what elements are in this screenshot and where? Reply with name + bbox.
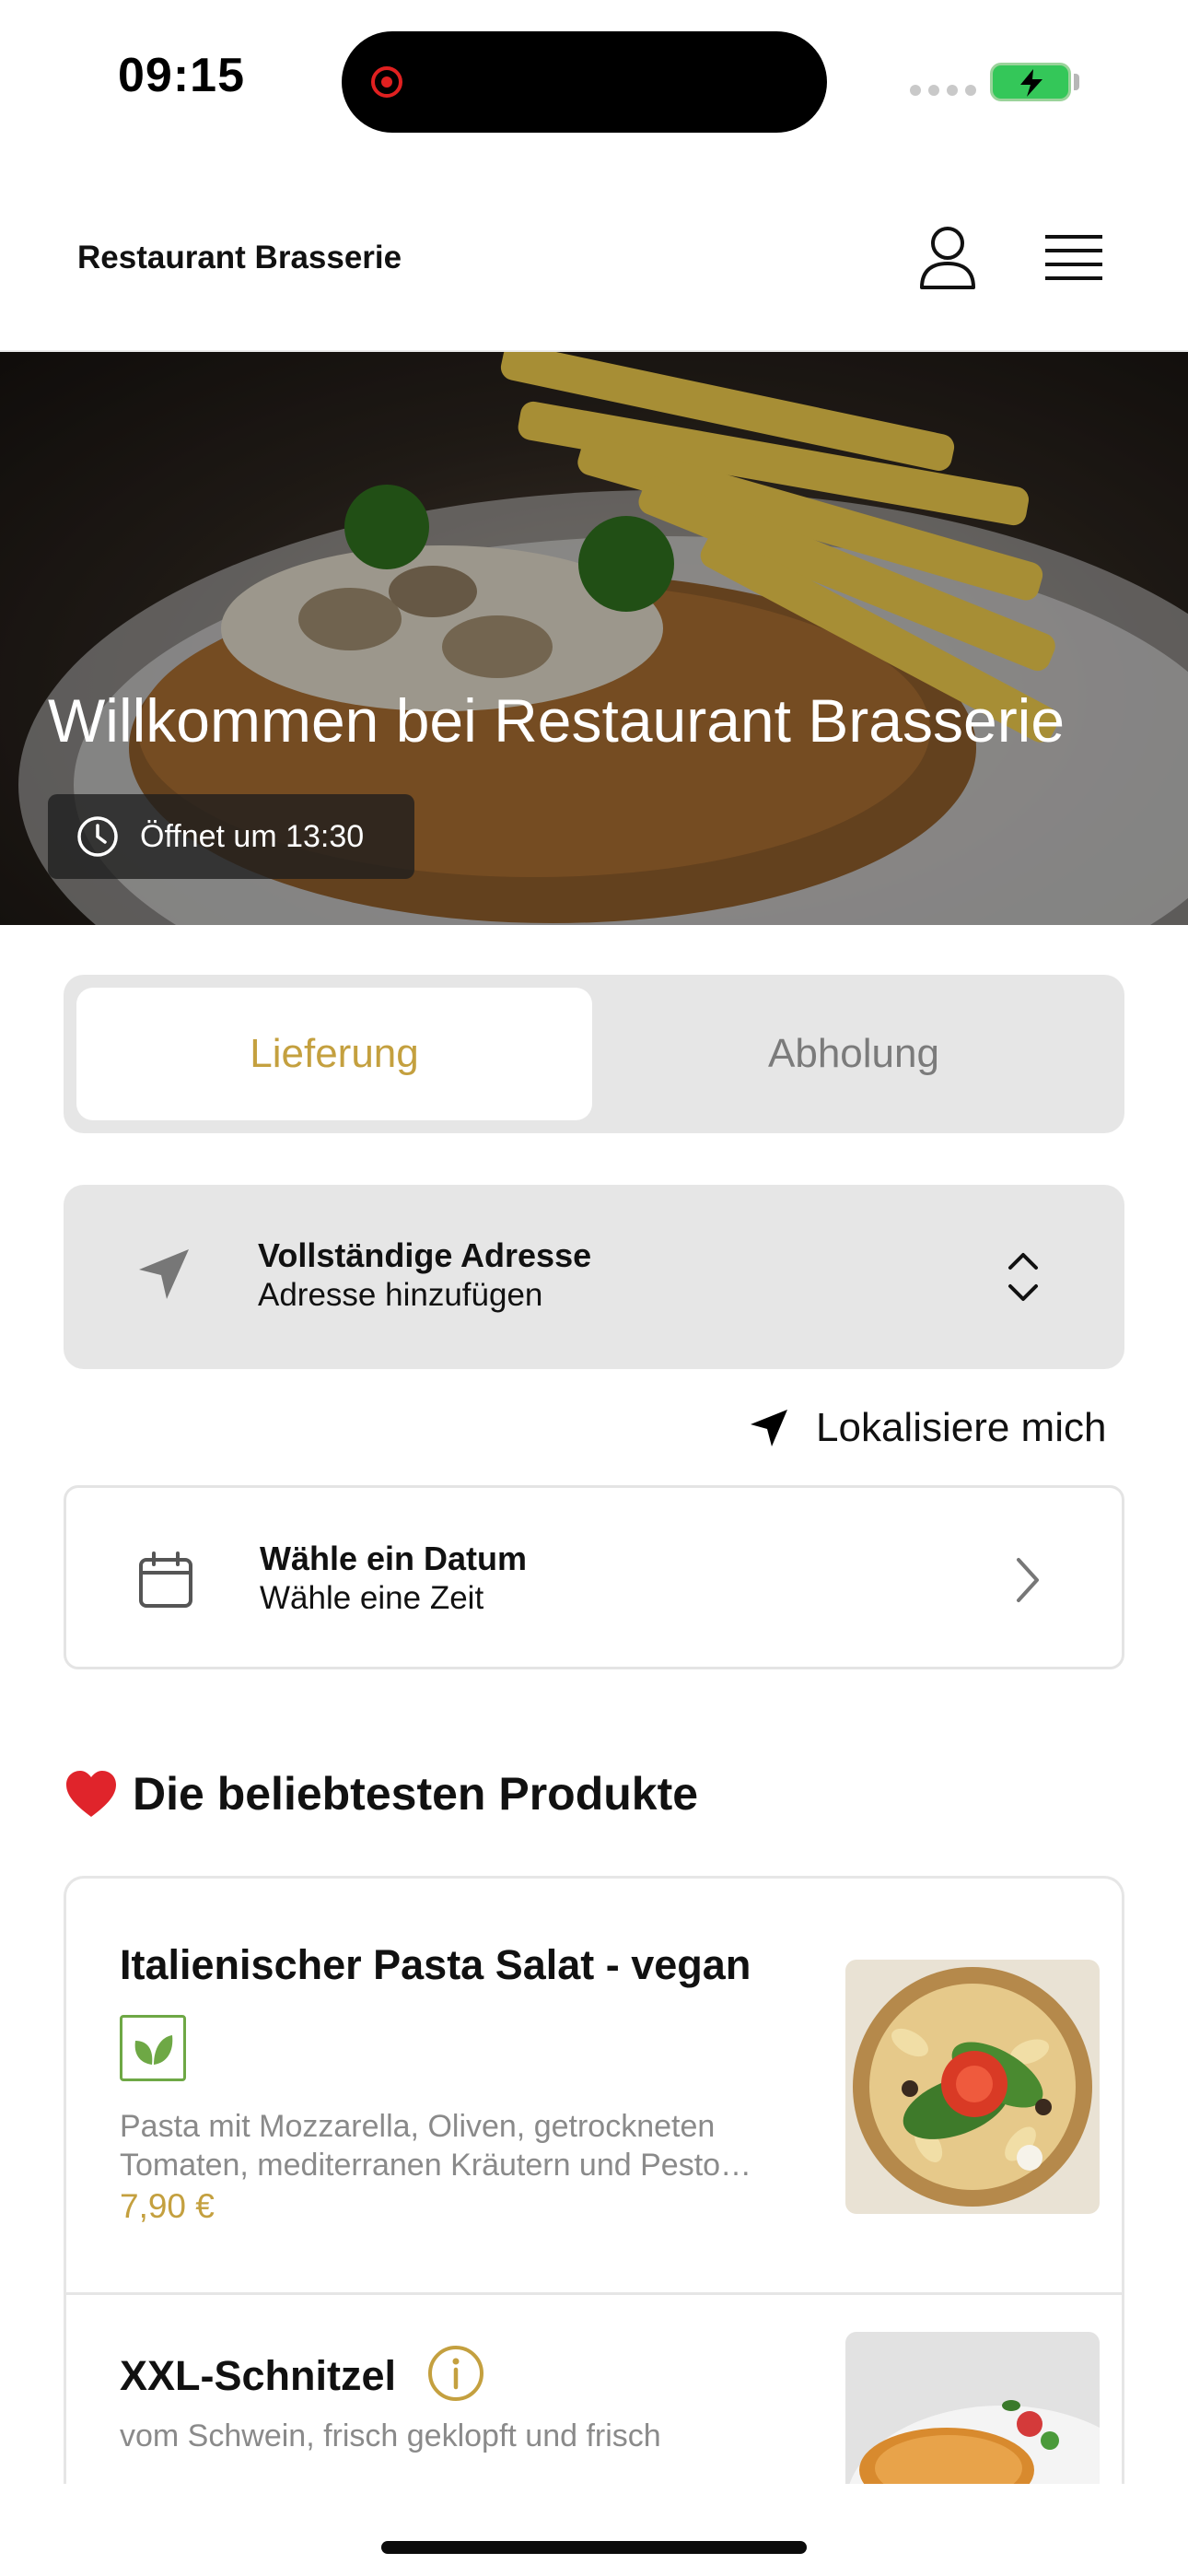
- dynamic-island: [342, 31, 827, 133]
- date-time-selector[interactable]: Wähle ein Datum Wähle eine Zeit: [64, 1485, 1124, 1669]
- tab-pickup[interactable]: Abholung: [596, 988, 1112, 1120]
- heart-icon: [66, 1771, 116, 1817]
- clock-icon: [77, 816, 118, 857]
- signal-icon: [910, 85, 976, 96]
- chevron-right-icon: [1017, 1558, 1039, 1602]
- product-price: 7,90 €: [120, 2187, 215, 2225]
- recording-indicator-icon: [371, 66, 402, 98]
- navigation-arrow-icon: [139, 1249, 189, 1299]
- address-subtitle: Adresse hinzufügen: [258, 1277, 543, 1313]
- address-title: Vollständige Adresse: [258, 1236, 592, 1274]
- product-card[interactable]: XXL-Schnitzel vom Schwein, frisch geklop…: [66, 2295, 1122, 2484]
- hamburger-menu-icon[interactable]: [1043, 232, 1104, 284]
- tab-delivery[interactable]: Lieferung: [76, 988, 592, 1120]
- info-icon[interactable]: [427, 2345, 484, 2402]
- opening-time-text: Öffnet um 13:30: [140, 818, 365, 854]
- date-title: Wähle ein Datum: [260, 1540, 528, 1577]
- status-bar: 09:15: [0, 0, 1188, 157]
- product-card[interactable]: Italienischer Pasta Salat - vegan Pasta …: [66, 1879, 1122, 2295]
- locate-me-label: Lokalisiere mich: [816, 1405, 1107, 1450]
- hero-title: Willkommen bei Restaurant Brasserie: [48, 686, 1066, 755]
- app-header: Restaurant Brasserie: [0, 157, 1188, 352]
- hero-banner: Willkommen bei Restaurant Brasserie Öffn…: [0, 352, 1188, 925]
- popular-heading-text: Die beliebtesten Produkte: [133, 1768, 699, 1820]
- location-arrow-icon: [751, 1410, 787, 1446]
- leaf-icon: [120, 2015, 186, 2081]
- chevron-up-down-icon: [1008, 1253, 1038, 1301]
- product-description: vom Schwein, frisch geklopft und frisch: [120, 2418, 661, 2453]
- battery-charging-icon: [990, 63, 1071, 101]
- pasta-salad-image: [845, 1960, 1100, 2214]
- calendar-icon: [139, 1551, 192, 1608]
- battery-cap: [1074, 74, 1079, 90]
- home-indicator[interactable]: [381, 2541, 807, 2554]
- locate-me-button[interactable]: Lokalisiere mich: [748, 1400, 1106, 1456]
- delivery-mode-toggle: Lieferung Abholung: [64, 975, 1124, 1133]
- product-name: XXL-Schnitzel: [120, 2352, 397, 2399]
- status-time: 09:15: [118, 49, 245, 102]
- opening-time-badge: Öffnet um 13:30: [48, 794, 414, 879]
- product-list: Italienischer Pasta Salat - vegan Pasta …: [64, 1876, 1124, 2484]
- address-selector[interactable]: Vollständige Adresse Adresse hinzufügen: [64, 1185, 1124, 1369]
- restaurant-name: Restaurant Brasserie: [77, 240, 402, 275]
- product-description: Pasta mit Mozzarella, Oliven, getrocknet…: [120, 2109, 752, 2183]
- product-name: Italienischer Pasta Salat - vegan: [120, 1941, 751, 1988]
- user-icon[interactable]: [917, 225, 978, 291]
- popular-products-heading: Die beliebtesten Produkte: [64, 1767, 698, 1821]
- time-subtitle: Wähle eine Zeit: [260, 1580, 484, 1616]
- schnitzel-image: [845, 2332, 1100, 2484]
